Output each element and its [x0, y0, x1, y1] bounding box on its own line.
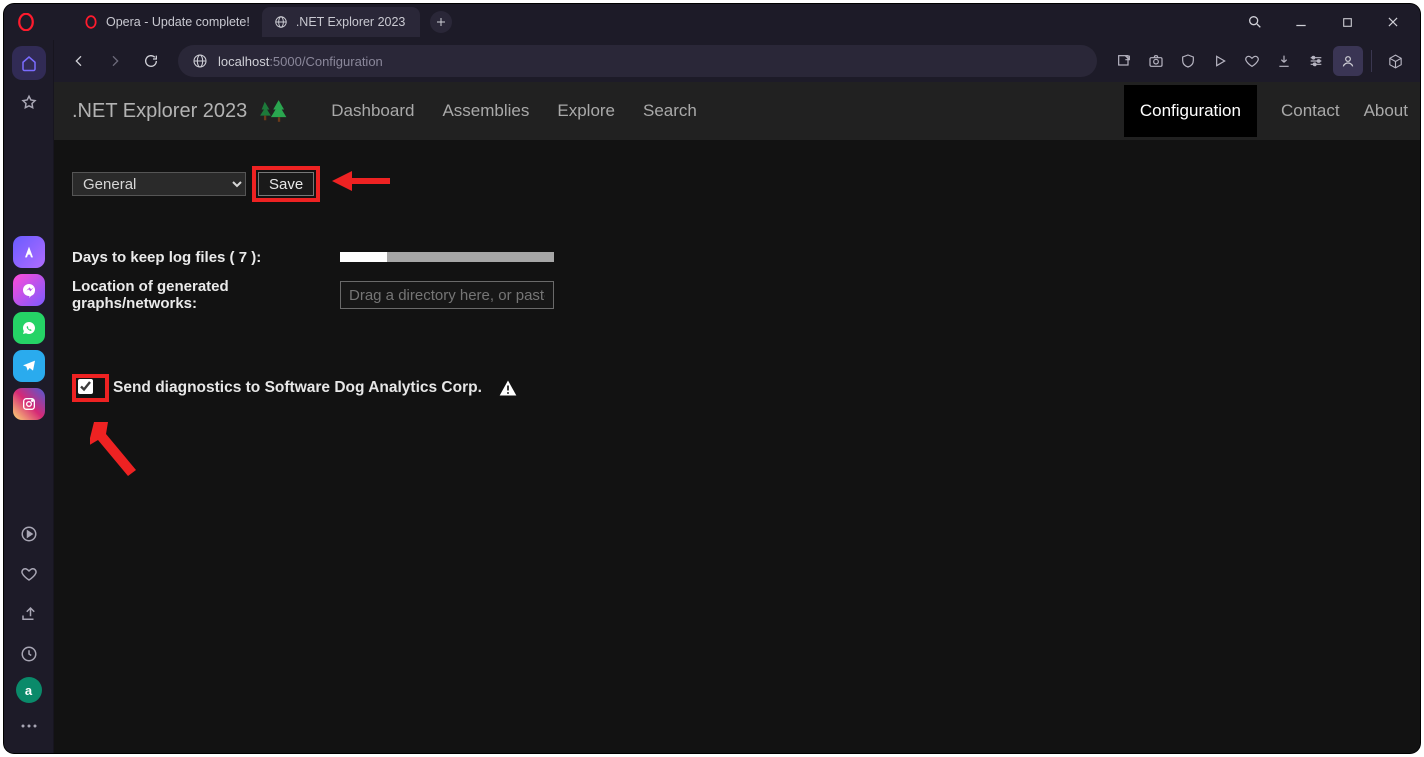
opera-favicon-icon	[84, 15, 98, 29]
brand-text: .NET Explorer 2023	[72, 100, 247, 123]
snapshot-icon[interactable]	[1141, 46, 1171, 76]
tab-net-explorer[interactable]: .NET Explorer 2023	[262, 7, 420, 37]
diagnostics-label: Send diagnostics to Software Dog Analyti…	[113, 379, 482, 397]
section-select[interactable]: General	[72, 172, 246, 196]
menu-explore[interactable]: Explore	[557, 101, 615, 121]
shield-icon[interactable]	[1173, 46, 1203, 76]
play-icon[interactable]	[1205, 46, 1235, 76]
days-label: Days to keep log files ( 7 ):	[72, 249, 340, 266]
nav-reload-button[interactable]	[136, 46, 166, 76]
browser-nav-row: localhost:5000/Configuration	[4, 40, 1420, 82]
sidebar-instagram-icon[interactable]	[13, 388, 45, 420]
window-maximize-button[interactable]	[1328, 4, 1366, 40]
page-content: .NET Explorer 2023 Dashboard Assemblies …	[54, 82, 1420, 753]
address-text: localhost:5000/Configuration	[218, 54, 383, 69]
toolbar-divider	[1371, 50, 1372, 72]
location-input[interactable]	[340, 281, 554, 309]
annotation-checkbox-highlight	[72, 374, 109, 402]
menu-right: Configuration Contact About	[1124, 85, 1408, 137]
extensions-cube-icon[interactable]	[1380, 46, 1410, 76]
window-titlebar: Opera - Update complete! .NET Explorer 2…	[4, 4, 1420, 40]
window-minimize-button[interactable]	[1282, 4, 1320, 40]
main-menu: Dashboard Assemblies Explore Search	[331, 101, 697, 121]
diagnostics-row: Send diagnostics to Software Dog Analyti…	[72, 374, 1402, 402]
tab-title: Opera - Update complete!	[106, 15, 250, 29]
easy-setup-icon[interactable]	[1301, 46, 1331, 76]
sidebar-player-icon[interactable]	[12, 517, 46, 551]
diagnostics-checkbox[interactable]	[78, 379, 93, 394]
search-tabs-icon[interactable]	[1236, 4, 1274, 40]
sidebar-share-icon[interactable]	[12, 597, 46, 631]
sidebar-history-icon[interactable]	[12, 637, 46, 671]
globe-favicon-icon	[274, 15, 288, 29]
site-info-icon[interactable]	[192, 53, 208, 69]
toolbar-right-icons	[1109, 46, 1410, 76]
annotation-arrow-to-save-icon	[330, 168, 390, 194]
trees-logo-icon	[257, 97, 291, 125]
pinboard-heart-icon[interactable]	[1237, 46, 1267, 76]
sidebar-home-icon[interactable]	[12, 46, 46, 80]
menu-search[interactable]: Search	[643, 101, 697, 121]
browser-sidebar: a	[4, 40, 54, 753]
app-header: .NET Explorer 2023 Dashboard Assemblies …	[54, 82, 1420, 140]
nav-forward-button[interactable]	[100, 46, 130, 76]
send-to-devices-icon[interactable]	[1109, 46, 1139, 76]
menu-about[interactable]: About	[1364, 101, 1408, 121]
app-brand[interactable]: .NET Explorer 2023	[72, 97, 291, 125]
save-button[interactable]: Save	[258, 172, 314, 196]
sidebar-app-a-icon[interactable]: a	[16, 677, 42, 703]
menu-dashboard[interactable]: Dashboard	[331, 101, 414, 121]
sidebar-heart-icon[interactable]	[12, 557, 46, 591]
menu-assemblies[interactable]: Assemblies	[442, 101, 529, 121]
config-content: General Save Days to keep log files ( 7 …	[54, 140, 1420, 428]
sidebar-whatsapp-icon[interactable]	[13, 312, 45, 344]
annotation-save-highlight: Save	[252, 166, 320, 202]
menu-configuration[interactable]: Configuration	[1124, 85, 1257, 137]
annotation-arrow-to-checkbox-icon	[90, 418, 140, 478]
tab-title: .NET Explorer 2023	[296, 15, 406, 29]
config-top-row: General Save	[72, 166, 1402, 202]
warning-triangle-icon	[498, 378, 518, 398]
window-close-button[interactable]	[1374, 4, 1412, 40]
nav-back-button[interactable]	[64, 46, 94, 76]
sidebar-bookmark-icon[interactable]	[12, 86, 46, 120]
location-label: Location of generated graphs/networks:	[72, 278, 340, 312]
address-bar[interactable]: localhost:5000/Configuration	[178, 45, 1097, 77]
sidebar-messenger-icon[interactable]	[13, 274, 45, 306]
tab-opera-update[interactable]: Opera - Update complete!	[72, 7, 262, 37]
days-slider[interactable]	[340, 246, 1402, 268]
config-form: Days to keep log files ( 7 ): Location o…	[72, 246, 1402, 312]
new-tab-button[interactable]	[430, 11, 452, 33]
sidebar-aria-icon[interactable]	[13, 236, 45, 268]
opera-logo-icon	[16, 12, 36, 32]
menu-contact[interactable]: Contact	[1281, 101, 1340, 121]
download-icon[interactable]	[1269, 46, 1299, 76]
sidebar-more-icon[interactable]	[12, 709, 46, 743]
profile-icon[interactable]	[1333, 46, 1363, 76]
sidebar-telegram-icon[interactable]	[13, 350, 45, 382]
